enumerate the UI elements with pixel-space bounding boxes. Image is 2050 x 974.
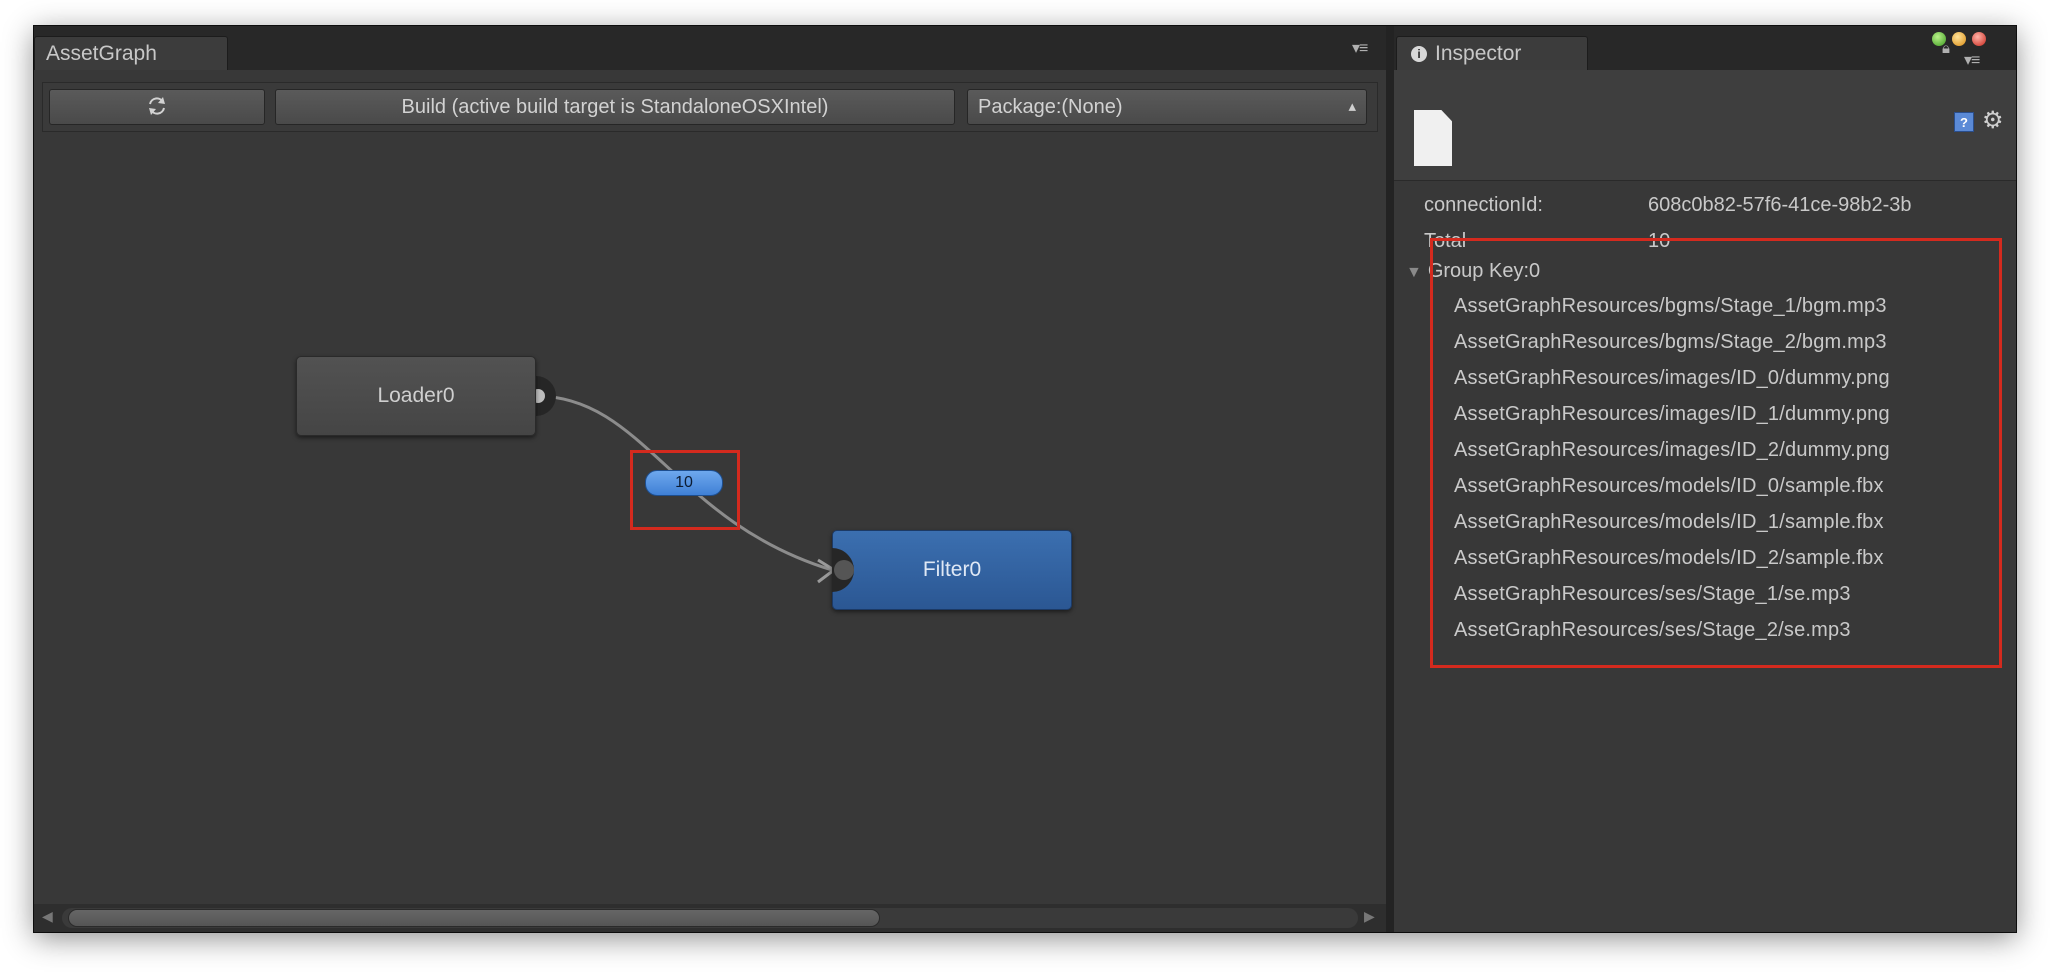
package-dropdown-label: Package:(None): [978, 96, 1123, 118]
horizontal-scrollbar[interactable]: ◀ ▶: [34, 904, 1386, 932]
inspector-panel: i Inspector 🔒︎ ▾≡ ? ⚙ connectionId: 608c0…: [1394, 26, 2016, 932]
asset-graph-tabbar: AssetGraph ▾≡: [34, 26, 1386, 70]
refresh-button[interactable]: [49, 89, 265, 125]
property-connection-id: connectionId: 608c0b82-57f6-41ce-98b2-3b: [1394, 190, 2016, 220]
close-button[interactable]: [1972, 32, 1986, 46]
inspector-tabbar: i Inspector 🔒︎ ▾≡: [1394, 26, 2016, 70]
property-value: 608c0b82-57f6-41ce-98b2-3b: [1648, 194, 1912, 216]
updown-arrows-icon: ▴: [1348, 98, 1356, 115]
inspector-header: ? ⚙: [1394, 70, 2016, 181]
package-dropdown[interactable]: Package:(None) ▴: [967, 89, 1367, 125]
scroll-thumb[interactable]: [68, 909, 880, 927]
gear-icon[interactable]: ⚙: [1982, 106, 2004, 135]
highlight-box-list: [1430, 238, 2002, 668]
info-icon: i: [1411, 46, 1427, 62]
graph-canvas[interactable]: Loader0 Filter0 10: [34, 132, 1386, 904]
lock-icon[interactable]: 🔒︎: [1942, 40, 1950, 57]
inspector-menu-icon[interactable]: ▾≡: [1964, 50, 1980, 70]
asset-graph-panel: AssetGraph ▾≡ Build (active build target…: [34, 26, 1386, 932]
help-icon[interactable]: ?: [1954, 112, 1974, 132]
filter-node[interactable]: Filter0: [832, 530, 1072, 610]
property-label: connectionId:: [1424, 194, 1543, 216]
refresh-icon: [149, 97, 165, 115]
filter-input-port-icon[interactable]: [832, 530, 868, 610]
minimize-button[interactable]: [1952, 32, 1966, 46]
build-button[interactable]: Build (active build target is Standalone…: [275, 89, 955, 125]
tab-asset-graph[interactable]: AssetGraph: [34, 36, 228, 70]
highlight-box-badge: [630, 450, 740, 530]
asset-graph-toolbar: Build (active build target is Standalone…: [42, 82, 1378, 132]
scroll-right-icon[interactable]: ▶: [1364, 908, 1375, 925]
panel-divider[interactable]: [1386, 26, 1394, 932]
loader-node[interactable]: Loader0: [296, 356, 536, 436]
unity-editor-window: AssetGraph ▾≡ Build (active build target…: [34, 26, 2016, 932]
document-icon: [1414, 110, 1452, 166]
panel-menu-icon[interactable]: ▾≡: [1352, 38, 1368, 58]
filter-node-label: Filter0: [922, 558, 982, 581]
tab-inspector[interactable]: i Inspector: [1396, 36, 1588, 70]
triangle-down-icon: ▼: [1406, 264, 1422, 281]
scroll-left-icon[interactable]: ◀: [42, 908, 53, 925]
inspector-tab-label: Inspector: [1435, 42, 1522, 65]
